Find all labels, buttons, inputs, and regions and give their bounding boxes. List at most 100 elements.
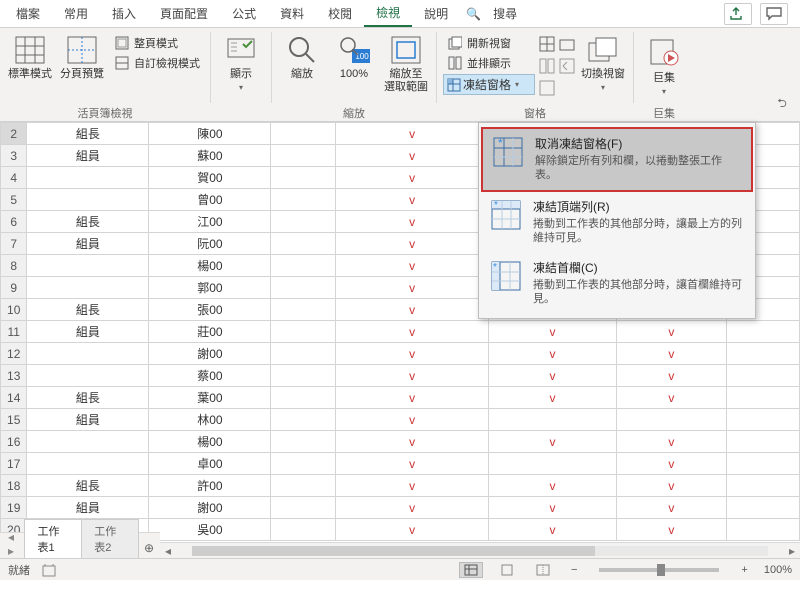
normal-view-icon[interactable]	[459, 562, 483, 578]
table-row[interactable]: 14組長葉00vvv	[1, 387, 800, 409]
arrange-all-button[interactable]: 並排顯示	[443, 54, 535, 72]
comments-button[interactable]	[760, 3, 788, 25]
cell[interactable]	[27, 343, 149, 365]
cell[interactable]: v	[336, 475, 488, 497]
tab-formulas[interactable]: 公式	[220, 1, 268, 26]
view-side-icon[interactable]	[539, 58, 555, 74]
cell[interactable]	[271, 299, 336, 321]
collapse-ribbon-icon[interactable]: ⮌	[770, 94, 794, 115]
row-header[interactable]: 17	[1, 453, 27, 475]
cell[interactable]: v	[616, 497, 726, 519]
row-header[interactable]: 7	[1, 233, 27, 255]
cell[interactable]	[726, 431, 799, 453]
sheet-tab-2[interactable]: 工作表2	[81, 519, 139, 558]
tab-pagelayout[interactable]: 頁面配置	[148, 1, 220, 26]
cell[interactable]: 組長	[27, 211, 149, 233]
table-row[interactable]: 11組員莊00vvv	[1, 321, 800, 343]
cell[interactable]: v	[616, 431, 726, 453]
table-row[interactable]: 18組長許00vvv	[1, 475, 800, 497]
cell[interactable]	[726, 519, 799, 541]
cell[interactable]: 謝00	[149, 343, 271, 365]
cell[interactable]: v	[336, 167, 488, 189]
zoom-100-button[interactable]: 100 100%	[330, 32, 378, 83]
cell[interactable]: v	[336, 497, 488, 519]
cell[interactable]: 陳00	[149, 123, 271, 145]
cell[interactable]	[27, 189, 149, 211]
cell[interactable]	[271, 409, 336, 431]
cell[interactable]: v	[336, 387, 488, 409]
row-header[interactable]: 4	[1, 167, 27, 189]
split-icon[interactable]	[539, 36, 555, 52]
cell[interactable]	[271, 167, 336, 189]
cell[interactable]	[271, 189, 336, 211]
cell[interactable]: v	[616, 519, 726, 541]
cell[interactable]: 組長	[27, 387, 149, 409]
row-header[interactable]: 10	[1, 299, 27, 321]
sync-scroll-icon[interactable]	[559, 58, 575, 74]
scroll-right-icon[interactable]: ▸	[784, 544, 800, 558]
cell[interactable]	[271, 453, 336, 475]
horizontal-scrollbar[interactable]: ◂ ▸	[160, 542, 800, 558]
cell[interactable]	[271, 145, 336, 167]
row-header[interactable]: 9	[1, 277, 27, 299]
cell[interactable]: v	[336, 211, 488, 233]
cell[interactable]: 江00	[149, 211, 271, 233]
cell[interactable]: v	[336, 233, 488, 255]
cell[interactable]	[271, 343, 336, 365]
cell[interactable]: 卓00	[149, 453, 271, 475]
hide-icon[interactable]	[559, 36, 575, 52]
cell[interactable]: 莊00	[149, 321, 271, 343]
cell[interactable]: v	[488, 387, 616, 409]
page-layout-view-icon[interactable]	[495, 562, 519, 578]
pagebreak-view-icon[interactable]	[531, 562, 555, 578]
cell[interactable]: 阮00	[149, 233, 271, 255]
table-row[interactable]: 15組員林00v	[1, 409, 800, 431]
share-button[interactable]	[724, 3, 752, 25]
row-header[interactable]: 8	[1, 255, 27, 277]
cell[interactable]: 楊00	[149, 431, 271, 453]
cell[interactable]	[271, 431, 336, 453]
cell[interactable]: v	[336, 321, 488, 343]
cell[interactable]: v	[336, 409, 488, 431]
cell[interactable]: 組員	[27, 497, 149, 519]
cell[interactable]	[488, 453, 616, 475]
cell[interactable]: v	[616, 453, 726, 475]
tab-insert[interactable]: 插入	[100, 1, 148, 26]
unfreeze-panes-item[interactable]: * 取消凍結窗格(F) 解除鎖定所有列和欄，以捲動整張工作表。	[481, 127, 753, 192]
cell[interactable]	[726, 387, 799, 409]
cell[interactable]: v	[336, 123, 488, 145]
new-window-button[interactable]: 開新視窗	[443, 34, 535, 52]
cell[interactable]	[27, 167, 149, 189]
tab-file[interactable]: 檔案	[4, 1, 52, 26]
cell[interactable]	[488, 409, 616, 431]
cell[interactable]	[726, 497, 799, 519]
cell[interactable]	[27, 453, 149, 475]
cell[interactable]	[726, 343, 799, 365]
cell[interactable]: v	[488, 365, 616, 387]
cell[interactable]: 組員	[27, 145, 149, 167]
normal-view-button[interactable]: 標準模式	[6, 32, 54, 83]
cell[interactable]: v	[488, 475, 616, 497]
cell[interactable]: v	[616, 387, 726, 409]
sheet-nav[interactable]: ◂ ▸	[4, 530, 24, 558]
table-row[interactable]: 13蔡00vvv	[1, 365, 800, 387]
zoom-selection-button[interactable]: 縮放至選取範圍	[382, 32, 430, 96]
cell[interactable]: v	[616, 321, 726, 343]
table-row[interactable]: 19組員謝00vvv	[1, 497, 800, 519]
cell[interactable]: v	[488, 343, 616, 365]
sheet-tab-1[interactable]: 工作表1	[24, 519, 82, 558]
cell[interactable]: 吳00	[149, 519, 271, 541]
cell[interactable]	[27, 277, 149, 299]
reset-icon[interactable]	[539, 80, 555, 96]
freeze-first-col-item[interactable]: * 凍結首欄(C) 捲動到工作表的其他部分時，讓首欄維持可見。	[481, 253, 753, 314]
row-header[interactable]: 16	[1, 431, 27, 453]
cell[interactable]	[271, 387, 336, 409]
freeze-top-row-item[interactable]: * 凍結頂端列(R) 捲動到工作表的其他部分時，讓最上方的列維持可見。	[481, 192, 753, 253]
cell[interactable]	[616, 409, 726, 431]
cell[interactable]: v	[488, 431, 616, 453]
cell[interactable]	[271, 233, 336, 255]
row-header[interactable]: 13	[1, 365, 27, 387]
cell[interactable]	[271, 497, 336, 519]
cell[interactable]	[27, 255, 149, 277]
search-icon[interactable]: 🔍	[466, 7, 481, 21]
